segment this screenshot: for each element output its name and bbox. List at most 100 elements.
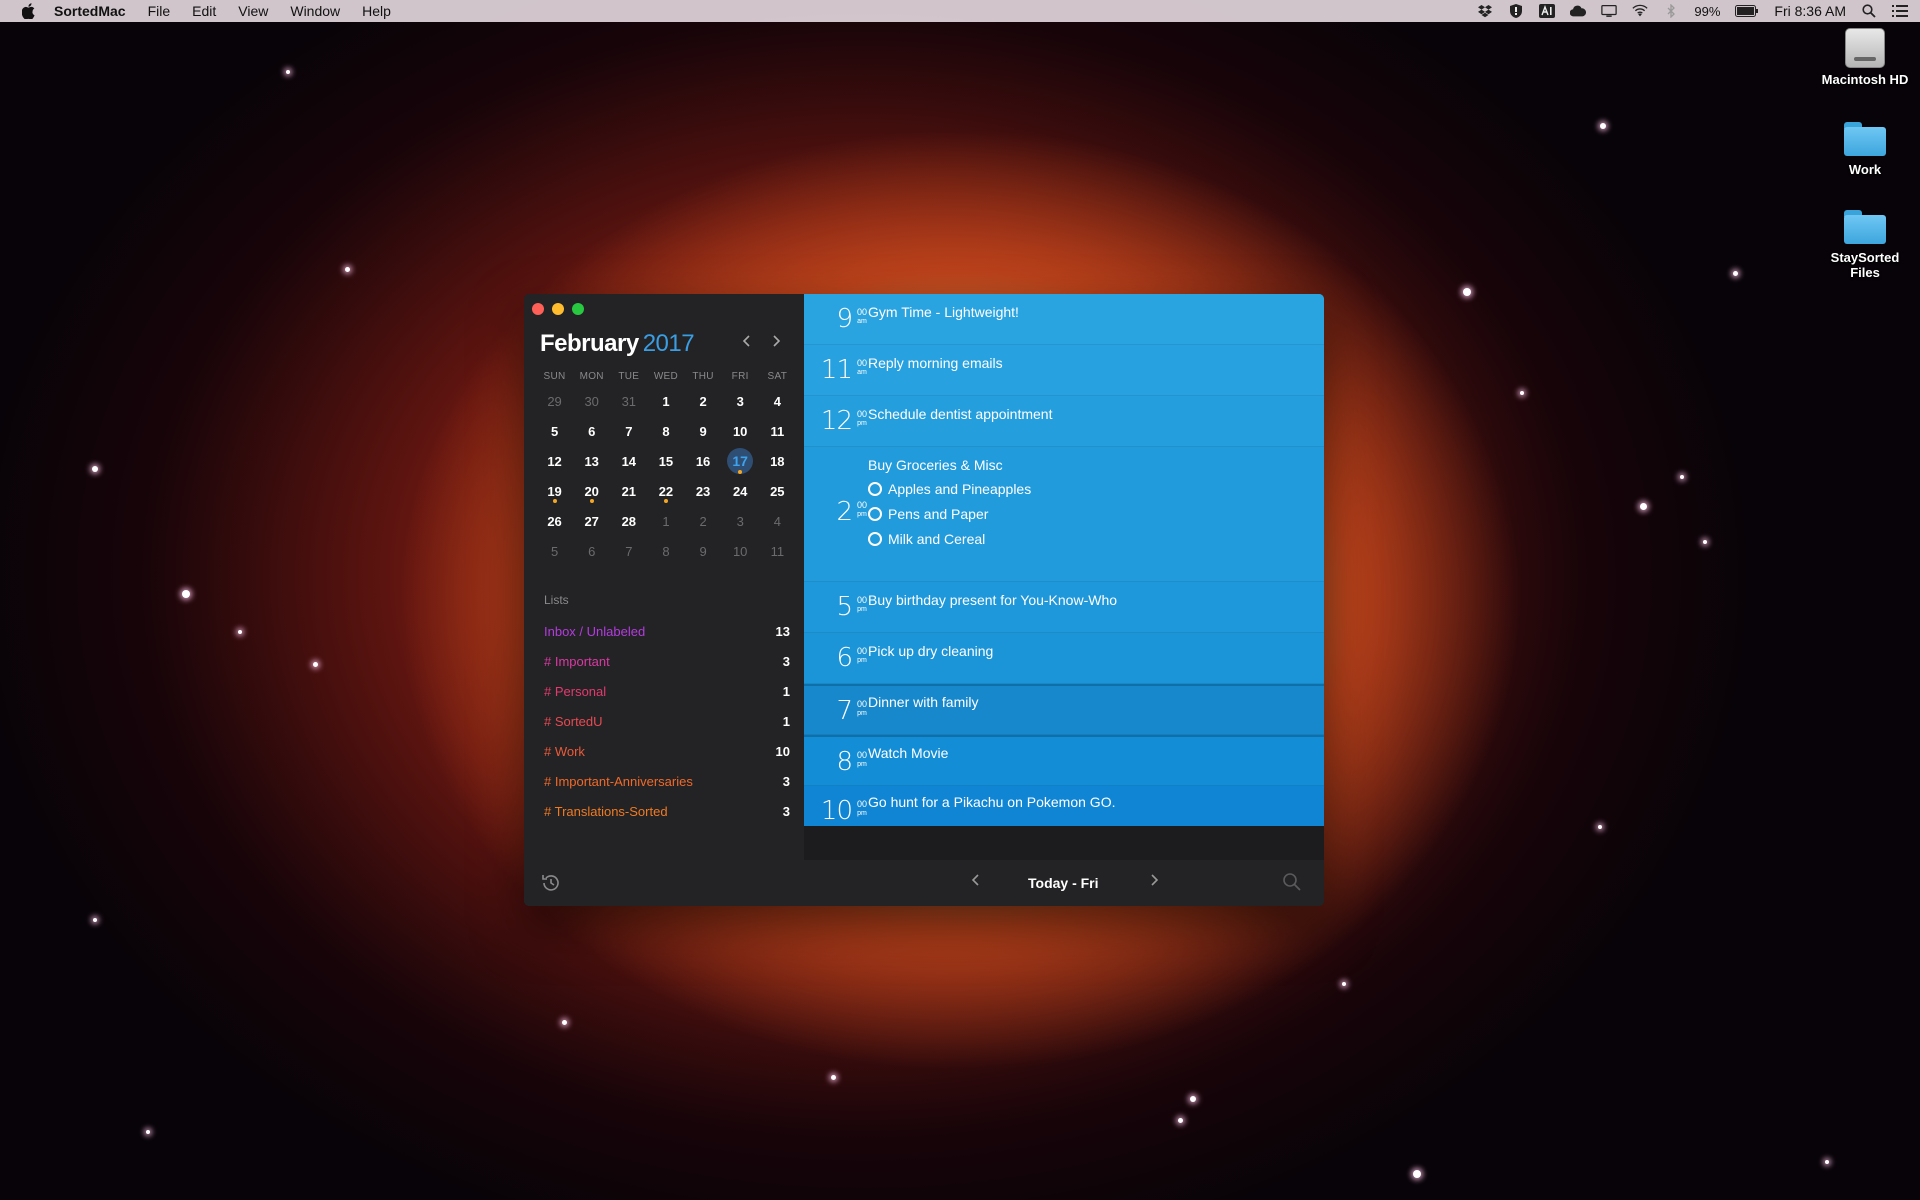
- zoom-window-button[interactable]: [572, 303, 584, 315]
- calendar-day[interactable]: 29: [536, 394, 573, 409]
- calendar-day[interactable]: 5: [536, 424, 573, 439]
- list-item-personal[interactable]: # Personal 1: [544, 684, 790, 699]
- task-title[interactable]: Buy Groceries & Misc: [868, 457, 1003, 473]
- calendar-day[interactable]: 18: [759, 454, 796, 469]
- list-item-sortedu[interactable]: # SortedU 1: [544, 714, 790, 729]
- calendar-day-today[interactable]: 17: [722, 448, 759, 474]
- calendar-day[interactable]: 13: [573, 454, 610, 469]
- calendar-day[interactable]: 1: [647, 514, 684, 529]
- current-day-label[interactable]: Today - Fri: [1028, 875, 1099, 891]
- calendar-day[interactable]: 7: [610, 424, 647, 439]
- task-title[interactable]: Pick up dry cleaning: [868, 643, 993, 659]
- notification-center-icon[interactable]: [1892, 3, 1908, 19]
- prev-day-button[interactable]: [971, 873, 981, 892]
- list-item-work[interactable]: # Work 10: [544, 744, 790, 759]
- calendar-day[interactable]: 12: [536, 454, 573, 469]
- calendar-day[interactable]: 20: [573, 484, 610, 503]
- bluetooth-icon[interactable]: [1663, 3, 1679, 19]
- calendar-day[interactable]: 19: [536, 484, 573, 503]
- list-item-translations-sorted[interactable]: # Translations-Sorted 3: [544, 804, 790, 819]
- task-title[interactable]: Gym Time - Lightweight!: [868, 304, 1019, 320]
- next-month-button[interactable]: [767, 334, 785, 353]
- subtask-item[interactable]: Apples and Pineapples: [868, 481, 1031, 497]
- task-title[interactable]: Watch Movie: [868, 745, 948, 761]
- calendar-day[interactable]: 2: [685, 394, 722, 409]
- calendar-day[interactable]: 9: [685, 544, 722, 559]
- agenda-slot[interactable]: 6 00 pm Pick up dry cleaning: [804, 633, 1324, 684]
- calendar-day[interactable]: 26: [536, 514, 573, 529]
- next-day-button[interactable]: [1149, 873, 1159, 892]
- calendar-day[interactable]: 30: [573, 394, 610, 409]
- minimize-window-button[interactable]: [552, 303, 564, 315]
- calendar-day[interactable]: 6: [573, 424, 610, 439]
- wifi-icon[interactable]: [1632, 3, 1648, 19]
- history-icon[interactable]: [540, 872, 562, 894]
- subtask-item[interactable]: Pens and Paper: [868, 506, 988, 522]
- menu-window[interactable]: Window: [290, 3, 340, 19]
- agenda-slot[interactable]: 12 00 pm Schedule dentist appointment: [804, 396, 1324, 447]
- calendar-day[interactable]: 16: [685, 454, 722, 469]
- calendar-day[interactable]: 28: [610, 514, 647, 529]
- dropbox-icon[interactable]: [1477, 3, 1493, 19]
- calendar-day[interactable]: 7: [610, 544, 647, 559]
- menu-edit[interactable]: Edit: [192, 3, 216, 19]
- task-title[interactable]: Schedule dentist appointment: [868, 406, 1052, 422]
- calendar-day[interactable]: 10: [722, 544, 759, 559]
- list-item-important[interactable]: # Important 3: [544, 654, 790, 669]
- calendar-day[interactable]: 15: [647, 454, 684, 469]
- spotlight-search-icon[interactable]: [1861, 3, 1877, 19]
- app-name-menu[interactable]: SortedMac: [54, 3, 126, 19]
- close-window-button[interactable]: [532, 303, 544, 315]
- calendar-day[interactable]: 6: [573, 544, 610, 559]
- checkbox-circle-icon[interactable]: [868, 507, 882, 521]
- agenda-slot[interactable]: 7 00 pm Dinner with family: [804, 684, 1324, 735]
- battery-icon[interactable]: [1735, 3, 1759, 19]
- calendar-day[interactable]: 14: [610, 454, 647, 469]
- agenda-slot[interactable]: 8 00 pm Watch Movie: [804, 735, 1324, 786]
- task-title[interactable]: Go hunt for a Pikachu on Pokemon GO.: [868, 794, 1115, 810]
- shield-icon[interactable]: [1508, 3, 1524, 19]
- menu-view[interactable]: View: [238, 3, 268, 19]
- task-title[interactable]: Dinner with family: [868, 694, 978, 710]
- agenda-slot[interactable]: 5 00 pm Buy birthday present for You-Know…: [804, 582, 1324, 633]
- agenda-slot[interactable]: 11 00 am Reply morning emails: [804, 345, 1324, 396]
- apple-menu-icon[interactable]: [20, 2, 38, 20]
- calendar-day[interactable]: 8: [647, 424, 684, 439]
- agenda-slot[interactable]: 9 00 am Gym Time - Lightweight!: [804, 294, 1324, 345]
- calendar-day[interactable]: 4: [759, 514, 796, 529]
- calendar-day[interactable]: 3: [722, 514, 759, 529]
- desktop-icon-staysorted-files[interactable]: StaySorted Files: [1810, 206, 1920, 280]
- checkbox-circle-icon[interactable]: [868, 532, 882, 546]
- subtask-item[interactable]: Milk and Cereal: [868, 531, 985, 547]
- screen-share-icon[interactable]: [1601, 3, 1618, 19]
- calendar-day[interactable]: 27: [573, 514, 610, 529]
- search-icon[interactable]: [1282, 872, 1302, 892]
- calendar-day[interactable]: 22: [647, 484, 684, 503]
- calendar-day[interactable]: 8: [647, 544, 684, 559]
- calendar-day[interactable]: 5: [536, 544, 573, 559]
- agenda-slot[interactable]: 10 00 pm Go hunt for a Pikachu on Pokemon…: [804, 786, 1324, 826]
- menu-help[interactable]: Help: [362, 3, 391, 19]
- calendar-day[interactable]: 4: [759, 394, 796, 409]
- calendar-day[interactable]: 1: [647, 394, 684, 409]
- calendar-day[interactable]: 31: [610, 394, 647, 409]
- task-title[interactable]: Buy birthday present for You-Know-Who: [868, 592, 1117, 608]
- adobe-icon[interactable]: [1539, 3, 1556, 19]
- calendar-day[interactable]: 11: [759, 544, 796, 559]
- desktop-icon-macintosh-hd[interactable]: Macintosh HD: [1810, 28, 1920, 87]
- agenda-slot[interactable]: 2 00 pm Buy Groceries & Misc Apples and P…: [804, 447, 1324, 582]
- calendar-day[interactable]: 24: [722, 484, 759, 499]
- menu-clock[interactable]: Fri 8:36 AM: [1774, 3, 1846, 19]
- desktop-icon-work[interactable]: Work: [1810, 118, 1920, 177]
- calendar-day[interactable]: 21: [610, 484, 647, 499]
- calendar-day[interactable]: 11: [759, 424, 796, 439]
- calendar-day[interactable]: 9: [685, 424, 722, 439]
- prev-month-button[interactable]: [738, 334, 756, 353]
- list-item-important-anniversaries[interactable]: # Important-Anniversaries 3: [544, 774, 790, 789]
- task-title[interactable]: Reply morning emails: [868, 355, 1003, 371]
- checkbox-circle-icon[interactable]: [868, 482, 882, 496]
- calendar-day[interactable]: 23: [685, 484, 722, 499]
- calendar-day[interactable]: 2: [685, 514, 722, 529]
- calendar-day[interactable]: 10: [722, 424, 759, 439]
- menu-file[interactable]: File: [148, 3, 171, 19]
